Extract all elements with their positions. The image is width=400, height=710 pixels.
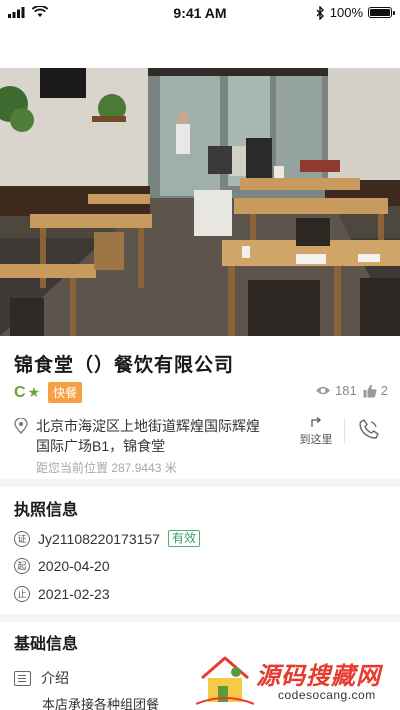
distance-text: 距您当前位置 287.9443 米 — [36, 461, 177, 475]
license-number: Jy21108220173157 — [38, 530, 160, 547]
location-pin-icon — [14, 418, 28, 434]
license-end-row: 止 2021-02-23 — [14, 586, 110, 602]
license-number-row: 证 Jy21108220173157 有效 — [14, 530, 200, 547]
certificate-icon: 证 — [14, 530, 30, 547]
intro-label: 介绍 — [41, 670, 69, 686]
likes-count: 2 — [380, 383, 388, 398]
likes-stat[interactable]: 2 — [363, 383, 388, 398]
battery-icon — [368, 7, 395, 18]
thumbs-up-icon[interactable] — [363, 384, 377, 398]
call-button[interactable] — [358, 418, 380, 445]
views-count: 181 — [335, 383, 357, 398]
views-stat: 181 — [315, 383, 357, 398]
bluetooth-icon — [316, 5, 324, 20]
watermark-title: 源码搜藏网 — [256, 663, 381, 690]
phone-icon[interactable] — [358, 418, 380, 440]
section-divider — [0, 479, 400, 487]
license-end-date: 2021-02-23 — [38, 586, 110, 602]
watermark-house-icon — [196, 656, 254, 705]
divider-vertical — [344, 418, 345, 444]
store-name: 锦食堂（）餐饮有限公司 — [14, 355, 235, 376]
store-stats: 181 2 — [315, 383, 388, 398]
eye-icon — [316, 386, 331, 395]
watermark: 源码搜藏网 codesocang.com — [196, 652, 396, 708]
license-status-badge: 有效 — [167, 530, 200, 547]
navigate-label: 到这里 — [299, 434, 333, 446]
intro-row: 介绍 — [14, 668, 69, 688]
category-tag: 快餐 — [48, 382, 83, 403]
section-divider-2 — [0, 614, 400, 622]
watermark-subtitle: codesocang.com — [278, 688, 376, 702]
grade-row: C ★ 快餐 — [14, 382, 83, 403]
intro-text: 本店承接各种组团餐 — [42, 697, 160, 710]
license-start-date: 2020-04-20 — [38, 558, 110, 574]
store-photo[interactable] — [0, 68, 400, 336]
battery-percent: 100% — [329, 5, 363, 20]
status-right: 100% — [316, 5, 395, 20]
status-bar: 9:41 AM 100% — [0, 0, 400, 28]
grade-letter: C — [14, 383, 26, 401]
turn-right-icon — [311, 417, 322, 427]
license-section-title: 执照信息 — [14, 502, 79, 519]
star-icon: ★ — [27, 384, 41, 400]
hygiene-grade: C ★ — [14, 384, 40, 402]
start-date-icon: 起 — [14, 558, 30, 574]
document-icon — [14, 670, 31, 686]
store-address: 北京市海淀区上地街道辉煌国际辉煌国际广场B1，锦食堂 — [36, 418, 260, 454]
end-date-icon: 止 — [14, 586, 30, 602]
license-start-row: 起 2020-04-20 — [14, 558, 110, 574]
basic-section-title: 基础信息 — [14, 636, 79, 653]
navigate-button[interactable]: 到这里 — [294, 414, 338, 447]
